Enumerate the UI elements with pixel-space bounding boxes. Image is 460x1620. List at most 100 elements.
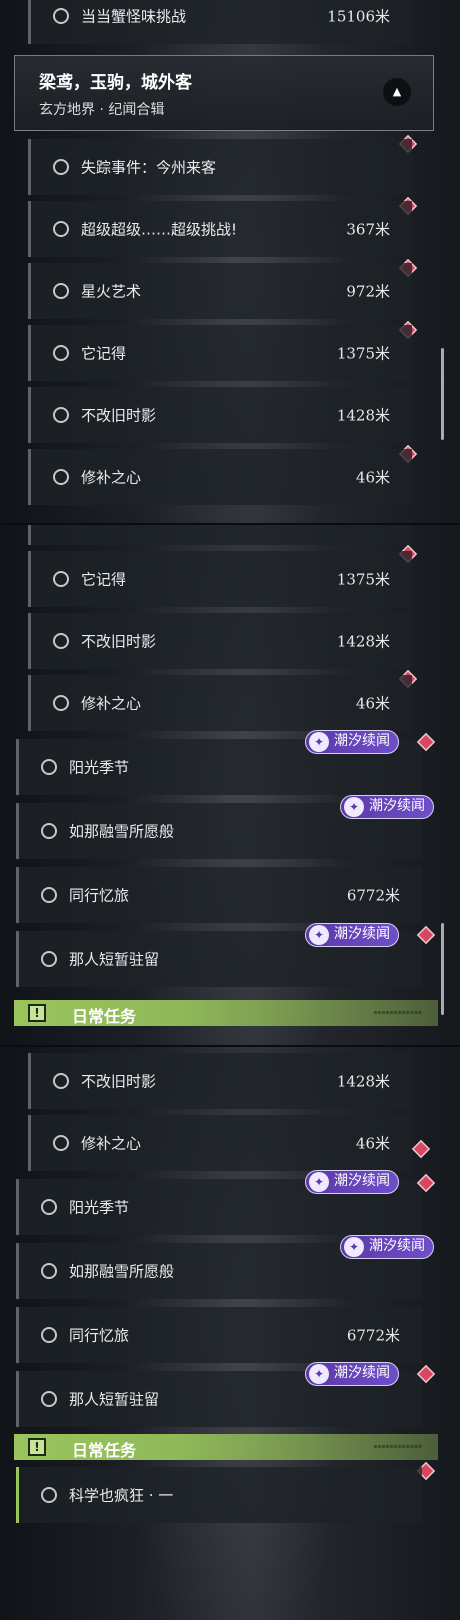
daily-quests-header[interactable]: ! 日常任务 ▪▪▪▪▪▪▪▪▪▪▪▪ (14, 1000, 438, 1026)
badge-label: 潮汐续闻 (334, 733, 390, 749)
quest-name: 不改旧时影 (81, 406, 157, 425)
tidal-story-badge: ✦ 潮汐续闻 (340, 795, 434, 819)
daily-quests-label: 日常任务 (72, 1007, 137, 1026)
quest-name: 那人短暂驻留 (69, 950, 160, 969)
tidal-story-icon: ✦ (309, 732, 329, 752)
quest-distance: 367米 (346, 220, 390, 239)
quest-status-circle (53, 571, 69, 587)
quest-name: 同行忆旅 (69, 886, 130, 905)
quest-name: 它记得 (81, 344, 127, 363)
quest-panel-2: 它记得 1375米 不改旧时影 1428米 修补之心 46米 阳光季节 ✦ 潮汐… (0, 525, 460, 1045)
quest-distance: 1428米 (336, 406, 390, 425)
daily-quests-header[interactable]: ! 日常任务 ▪▪▪▪▪▪▪▪▪▪▪▪ (14, 1434, 438, 1460)
quest-name: 失踪事件：今州来客 (81, 158, 217, 177)
quest-status-circle (53, 407, 69, 423)
quest-row-bugai[interactable]: 不改旧时影 1428米 (28, 613, 412, 669)
scrollbar-thumb[interactable] (441, 923, 444, 1015)
quest-name: 如那融雪所愿般 (69, 822, 175, 841)
quest-status-circle (53, 8, 69, 24)
quest-status-circle (41, 1199, 57, 1215)
quest-distance: 6772米 (346, 886, 400, 905)
quest-name: 不改旧时影 (81, 1072, 157, 1091)
exclamation-icon: ! (28, 1438, 46, 1456)
quest-distance: 46米 (355, 694, 390, 713)
quest-distance: 972米 (346, 282, 390, 301)
quest-name: 同行忆旅 (69, 1326, 130, 1345)
quest-distance: 46米 (355, 1134, 390, 1153)
quest-distance: 1375米 (336, 344, 390, 363)
tidal-story-badge: ✦ 潮汐续闻 (305, 730, 399, 754)
quest-distance: 46米 (355, 468, 390, 487)
quest-distance: 6772米 (346, 1326, 400, 1345)
quest-name: 阳光季节 (69, 1198, 130, 1217)
quest-status-circle (53, 469, 69, 485)
quest-distance: 15106米 (327, 7, 390, 26)
quest-name: 它记得 (81, 570, 127, 589)
quest-row-tongxing[interactable]: 同行忆旅 6772米 (16, 1307, 422, 1363)
quest-row-kexue[interactable]: 科学也疯狂 · 一 (16, 1467, 422, 1523)
quest-status-circle (53, 1073, 69, 1089)
tidal-story-icon: ✦ (344, 797, 364, 817)
badge-label: 潮汐续闻 (369, 1238, 425, 1254)
quest-distance: 1375米 (336, 570, 390, 589)
quest-row-shizong[interactable]: 失踪事件：今州来客 (28, 139, 412, 195)
quest-status-circle (41, 951, 57, 967)
tidal-story-badge: ✦ 潮汐续闻 (305, 1170, 399, 1194)
quest-row-xiubu[interactable]: 修补之心 46米 (28, 449, 412, 505)
quest-status-circle (41, 1487, 57, 1503)
badge-label: 潮汐续闻 (334, 1173, 390, 1189)
quest-status-circle (53, 633, 69, 649)
quest-status-circle (41, 823, 57, 839)
quest-panel-3: 不改旧时影 1428米 修补之心 46米 阳光季节 ✦ 潮汐续闻 如那融雪所愿般… (0, 1047, 460, 1620)
group-subtitle: 玄方地界 · 纪闻合辑 (39, 102, 165, 118)
badge-label: 潮汐续闻 (334, 1365, 390, 1381)
quest-marker-icon (413, 1141, 429, 1157)
quest-status-circle (53, 221, 69, 237)
tidal-story-badge: ✦ 潮汐续闻 (305, 923, 399, 947)
quest-row-dangdang[interactable]: 当当蟹怪味挑战 15106米 (28, 0, 412, 44)
tidal-story-badge: ✦ 潮汐续闻 (340, 1235, 434, 1259)
tidal-story-icon: ✦ (309, 925, 329, 945)
quest-row-partial[interactable] (28, 525, 412, 545)
quest-status-circle (41, 759, 57, 775)
quest-row-tajide[interactable]: 它记得 1375米 (28, 551, 412, 607)
quest-name: 阳光季节 (69, 758, 130, 777)
quest-status-circle (53, 159, 69, 175)
quest-row-xinghuo[interactable]: 星火艺术 972米 (28, 263, 412, 319)
group-title: 梁鸢，玉驹，城外客 (39, 73, 192, 93)
quest-name: 修补之心 (81, 1134, 142, 1153)
exclamation-icon: ! (28, 1004, 46, 1022)
collapse-arrow-icon[interactable]: ▲ (383, 78, 411, 106)
tidal-story-icon: ✦ (309, 1172, 329, 1192)
quest-name: 不改旧时影 (81, 632, 157, 651)
quest-status-circle (41, 887, 57, 903)
quest-row-chaoji[interactable]: 超级超级……超级挑战! 367米 (28, 201, 412, 257)
quest-status-circle (53, 695, 69, 711)
scrollbar-thumb[interactable] (441, 348, 444, 440)
quest-row-bugai[interactable]: 不改旧时影 1428米 (28, 1053, 412, 1109)
quest-name: 当当蟹怪味挑战 (81, 7, 187, 26)
quest-row-bugai[interactable]: 不改旧时影 1428米 (28, 387, 412, 443)
quest-name: 修补之心 (81, 468, 142, 487)
quest-distance: 1428米 (336, 1072, 390, 1091)
decorative-text: ▪▪▪▪▪▪▪▪▪▪▪▪ (373, 1009, 422, 1016)
quest-group-header[interactable]: 梁鸢，玉驹，城外客 玄方地界 · 纪闻合辑 ▲ (14, 55, 434, 131)
quest-row-xiubu[interactable]: 修补之心 46米 (28, 675, 412, 731)
quest-name: 如那融雪所愿般 (69, 1262, 175, 1281)
badge-label: 潮汐续闻 (369, 798, 425, 814)
daily-quests-label: 日常任务 (72, 1441, 137, 1460)
quest-distance: 1428米 (336, 632, 390, 651)
quest-name: 超级超级……超级挑战! (81, 220, 238, 239)
quest-row-xiubu[interactable]: 修补之心 46米 (28, 1115, 412, 1171)
quest-name: 那人短暂驻留 (69, 1390, 160, 1409)
quest-row-tongxing[interactable]: 同行忆旅 6772米 (16, 867, 422, 923)
quest-name: 修补之心 (81, 694, 142, 713)
quest-status-circle (53, 345, 69, 361)
tidal-story-icon: ✦ (344, 1237, 364, 1257)
quest-row-tajide[interactable]: 它记得 1375米 (28, 325, 412, 381)
badge-label: 潮汐续闻 (334, 926, 390, 942)
quest-status-circle (41, 1263, 57, 1279)
tidal-story-badge: ✦ 潮汐续闻 (305, 1362, 399, 1386)
quest-status-circle (53, 1135, 69, 1151)
quest-status-circle (41, 1391, 57, 1407)
